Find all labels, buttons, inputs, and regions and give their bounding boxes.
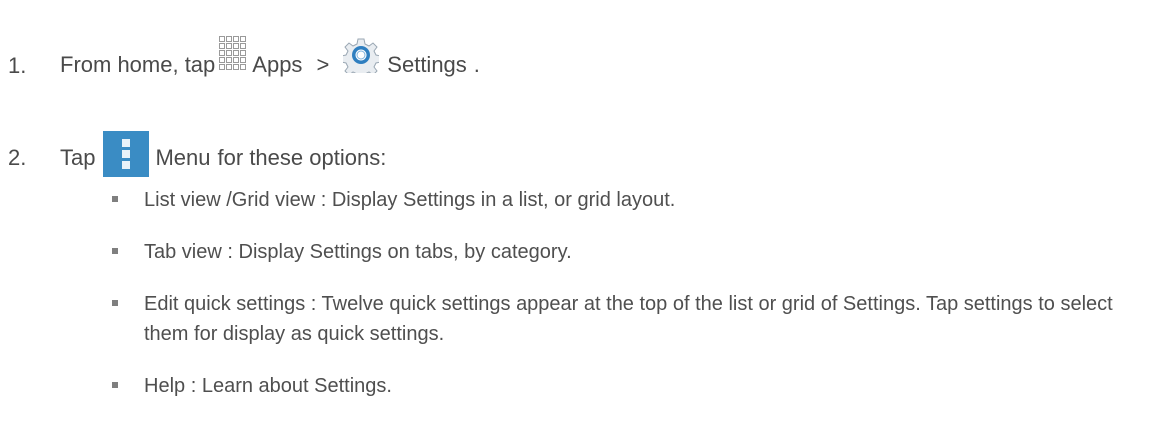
apps-grid-icon [219, 36, 247, 70]
step-1-end: . [473, 52, 480, 77]
list-item: Edit quick settings : Twelve quick setti… [104, 289, 1154, 349]
option-separator: : [227, 241, 233, 263]
list-item: Help : Learn about Settings. [104, 371, 1154, 401]
list-item: List view /Grid view : Display Settings … [104, 185, 1154, 215]
settings-label: Settings [387, 52, 467, 77]
menu-label: Menu [155, 145, 211, 170]
step-2-intro: Tap [60, 145, 96, 170]
step-2-body: Tap Menu for these options: [60, 130, 386, 186]
gear-icon [343, 38, 380, 73]
option-term: Help [144, 375, 186, 397]
step-1-intro: From home, tap [60, 52, 216, 77]
option-description: Display Settings on tabs, by category. [238, 241, 572, 263]
step-1-number: 1. [8, 53, 27, 78]
option-separator: : [310, 293, 317, 315]
option-term: List view /Grid view [144, 189, 316, 211]
apps-label: Apps [252, 52, 303, 77]
step-2: 2. Tap Menu for these options: [0, 100, 1162, 177]
option-separator: : [320, 189, 327, 211]
option-term: Edit quick settings [144, 293, 306, 315]
step-2-outro: for these options: [217, 145, 387, 170]
step-2-number: 2. [8, 145, 27, 170]
list-item: Tab view : Display Settings on tabs, by … [104, 237, 1154, 267]
option-term: Tab view [144, 241, 222, 263]
step-1-body: From home, tap Apps > Settings . [60, 35, 480, 95]
option-separator: : [190, 375, 197, 397]
step-1-separator: > [316, 52, 330, 77]
option-description: Display Settings in a list, or grid layo… [331, 189, 676, 211]
option-description: Learn about Settings. [201, 375, 392, 397]
menu-overflow-icon [103, 131, 150, 177]
options-list: List view /Grid view : Display Settings … [104, 185, 1154, 423]
step-1: 1. From home, tap Apps > Settings . [0, 0, 1162, 100]
